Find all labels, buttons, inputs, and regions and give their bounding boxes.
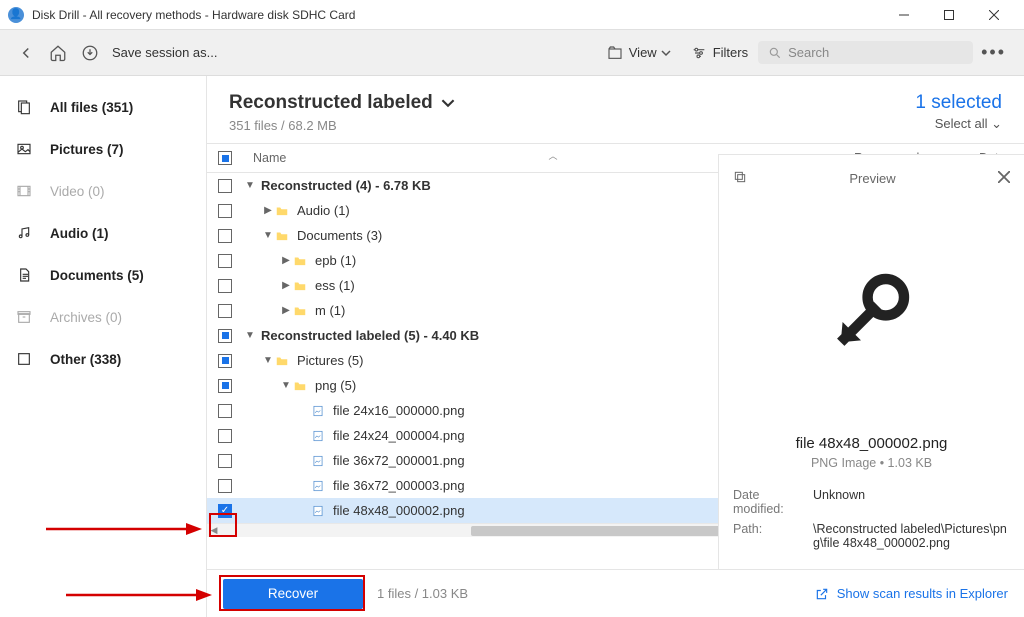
folder-icon bbox=[275, 204, 293, 218]
sidebar-item-pictures[interactable]: Pictures (7) bbox=[0, 128, 206, 170]
row-checkbox[interactable] bbox=[218, 379, 232, 393]
row-checkbox[interactable] bbox=[218, 229, 232, 243]
row-checkbox[interactable] bbox=[218, 204, 232, 218]
preview-path-label: Path: bbox=[733, 522, 813, 550]
row-checkbox[interactable] bbox=[218, 279, 232, 293]
main-toolbar: Save session as... View Filters Search •… bbox=[0, 30, 1024, 76]
window-minimize-button[interactable] bbox=[881, 0, 926, 30]
file-icon bbox=[311, 404, 329, 418]
save-session-icon[interactable] bbox=[74, 37, 106, 69]
file-icon bbox=[311, 454, 329, 468]
other-icon bbox=[16, 351, 36, 367]
pictures-icon bbox=[16, 141, 36, 157]
row-checkbox[interactable] bbox=[218, 454, 232, 468]
folder-icon bbox=[293, 254, 311, 268]
preview-date-value: Unknown bbox=[813, 488, 1010, 516]
sort-caret-icon: ︿ bbox=[549, 149, 558, 162]
sidebar-item-other[interactable]: Other (338) bbox=[0, 338, 206, 380]
filters-label: Filters bbox=[713, 45, 748, 60]
selection-count: 1 selected bbox=[915, 92, 1002, 114]
row-checkbox[interactable] bbox=[218, 404, 232, 418]
preview-image bbox=[733, 191, 1010, 431]
results-subtitle: 351 files / 68.2 MB bbox=[229, 118, 455, 133]
preview-path-value: \Reconstructed labeled\Pictures\png\file… bbox=[813, 522, 1010, 550]
back-button[interactable] bbox=[10, 37, 42, 69]
expand-toggle[interactable]: ▼ bbox=[279, 380, 293, 391]
row-checkbox[interactable] bbox=[218, 304, 232, 318]
folder-icon bbox=[275, 229, 293, 243]
documents-icon bbox=[16, 267, 36, 283]
search-input[interactable]: Search bbox=[758, 41, 973, 64]
window-titlebar: 👤 Disk Drill - All recovery methods - Ha… bbox=[0, 0, 1024, 30]
show-in-explorer-link[interactable]: Show scan results in Explorer bbox=[815, 586, 1008, 601]
footer-info: 1 files / 1.03 KB bbox=[377, 586, 468, 601]
main-panel: Reconstructed labeled 351 files / 68.2 M… bbox=[207, 76, 1024, 617]
copy-icon[interactable] bbox=[733, 170, 747, 187]
results-title[interactable]: Reconstructed labeled bbox=[229, 92, 455, 114]
chevron-down-icon bbox=[661, 48, 671, 58]
row-checkbox[interactable] bbox=[218, 504, 232, 518]
expand-toggle[interactable]: ▶ bbox=[279, 280, 293, 291]
folder-icon bbox=[293, 279, 311, 293]
sidebar: All files (351) Pictures (7) Video (0) A… bbox=[0, 76, 207, 617]
file-icon bbox=[311, 429, 329, 443]
expand-toggle[interactable]: ▶ bbox=[279, 305, 293, 316]
files-icon bbox=[16, 99, 36, 115]
sidebar-item-video[interactable]: Video (0) bbox=[0, 170, 206, 212]
folder-icon bbox=[275, 354, 293, 368]
row-checkbox[interactable] bbox=[218, 479, 232, 493]
select-all-link[interactable]: Select all ⌄ bbox=[915, 116, 1002, 132]
file-icon bbox=[311, 479, 329, 493]
audio-icon bbox=[16, 225, 36, 241]
row-checkbox[interactable] bbox=[218, 329, 232, 343]
view-label: View bbox=[629, 45, 657, 60]
video-icon bbox=[16, 183, 36, 199]
window-title: Disk Drill - All recovery methods - Hard… bbox=[32, 8, 881, 22]
row-checkbox[interactable] bbox=[218, 179, 232, 193]
expand-toggle[interactable]: ▶ bbox=[279, 255, 293, 266]
external-link-icon bbox=[815, 587, 829, 601]
home-button[interactable] bbox=[42, 37, 74, 69]
sidebar-item-allfiles[interactable]: All files (351) bbox=[0, 86, 206, 128]
window-close-button[interactable] bbox=[971, 0, 1016, 30]
preview-title: Preview bbox=[747, 171, 998, 186]
expand-toggle[interactable]: ▼ bbox=[243, 330, 257, 341]
folder-icon bbox=[293, 379, 311, 393]
filters-button[interactable]: Filters bbox=[681, 45, 758, 61]
search-placeholder: Search bbox=[788, 45, 829, 60]
app-icon: 👤 bbox=[8, 7, 24, 23]
select-all-checkbox[interactable] bbox=[218, 151, 232, 165]
footer-bar: Recover 1 files / 1.03 KB Show scan resu… bbox=[207, 569, 1024, 617]
expand-toggle[interactable]: ▼ bbox=[243, 180, 257, 191]
more-button[interactable]: ••• bbox=[973, 42, 1014, 63]
chevron-down-icon bbox=[441, 96, 455, 110]
close-preview-button[interactable] bbox=[998, 171, 1010, 186]
preview-meta: PNG Image • 1.03 KB bbox=[733, 456, 1010, 470]
folder-icon bbox=[293, 304, 311, 318]
expand-toggle[interactable]: ▶ bbox=[261, 205, 275, 216]
row-checkbox[interactable] bbox=[218, 429, 232, 443]
sidebar-item-audio[interactable]: Audio (1) bbox=[0, 212, 206, 254]
recover-button[interactable]: Recover bbox=[223, 579, 363, 609]
row-checkbox[interactable] bbox=[218, 254, 232, 268]
row-checkbox[interactable] bbox=[218, 354, 232, 368]
preview-date-label: Date modified: bbox=[733, 488, 813, 516]
search-icon bbox=[768, 46, 782, 60]
expand-toggle[interactable]: ▼ bbox=[261, 230, 275, 241]
expand-toggle[interactable]: ▼ bbox=[261, 355, 275, 366]
preview-filename: file 48x48_000002.png bbox=[733, 435, 1010, 452]
preview-panel: Preview file 48x48_000002.png PNG Image … bbox=[718, 154, 1024, 569]
chevron-down-icon: ⌄ bbox=[991, 116, 1002, 131]
file-icon bbox=[311, 504, 329, 518]
archives-icon bbox=[16, 309, 36, 325]
view-dropdown[interactable]: View bbox=[597, 45, 681, 61]
save-session-label[interactable]: Save session as... bbox=[112, 45, 218, 60]
sidebar-item-documents[interactable]: Documents (5) bbox=[0, 254, 206, 296]
window-maximize-button[interactable] bbox=[926, 0, 971, 30]
sidebar-item-archives[interactable]: Archives (0) bbox=[0, 296, 206, 338]
